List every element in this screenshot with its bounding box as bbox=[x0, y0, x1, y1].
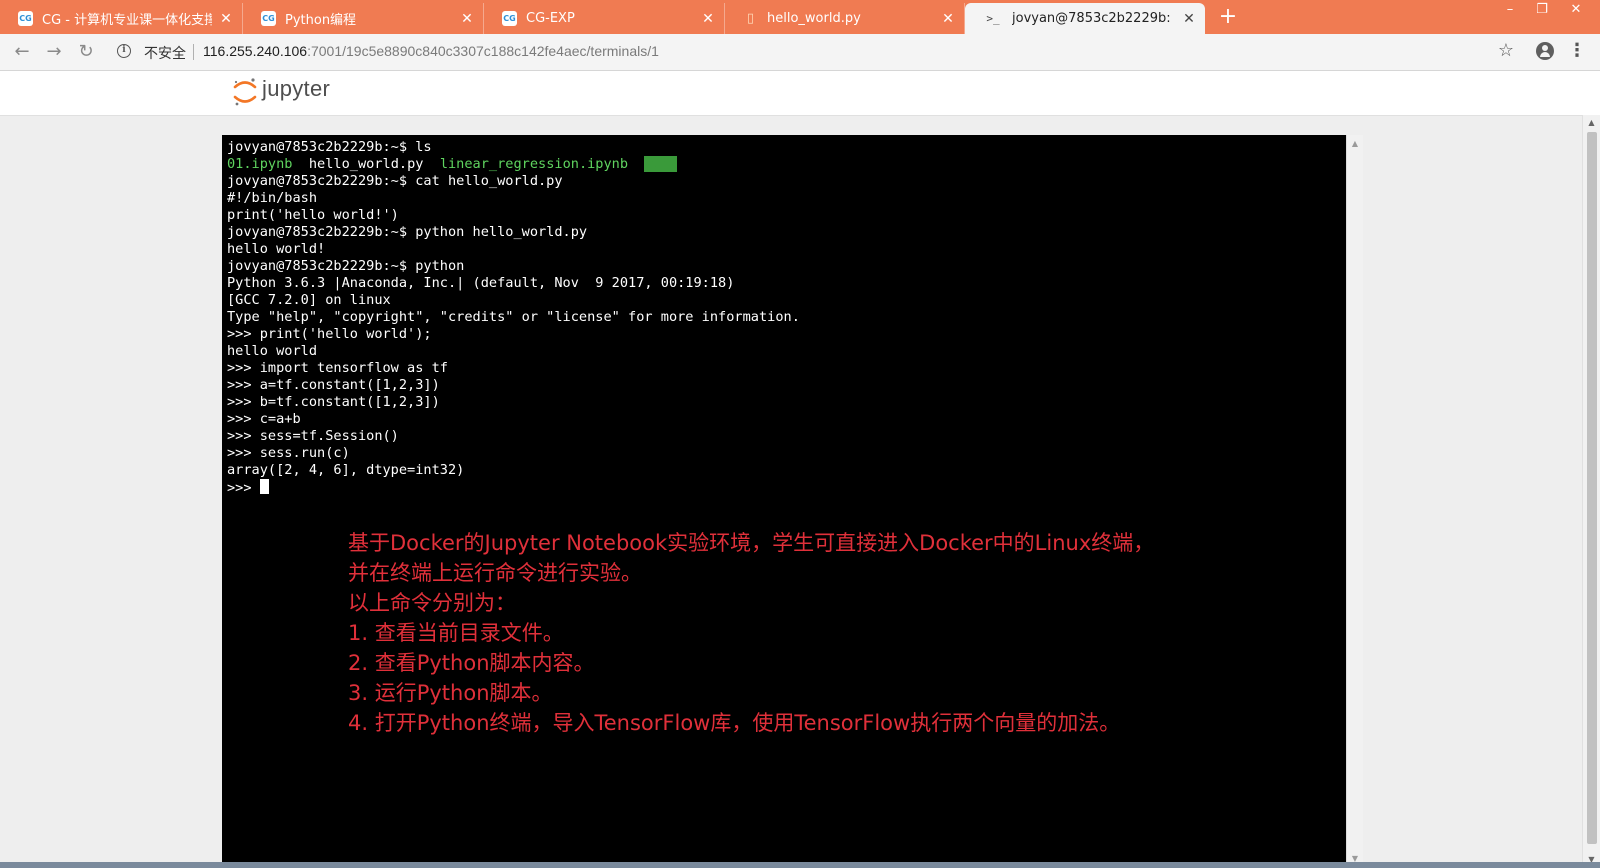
page-scrollbar[interactable]: ▲ ▼ bbox=[1582, 115, 1600, 868]
ls-separator bbox=[423, 156, 439, 172]
terminal-ls-output: 01.ipynb hello_world.py linear_regressio… bbox=[227, 156, 1341, 173]
terminal-line: #!/bin/bash bbox=[227, 190, 318, 206]
terminal-line: hello world! bbox=[227, 241, 326, 257]
jupyter-header: jupyter bbox=[0, 71, 1600, 116]
terminal-line: jovyan@7853c2b2229b:~$ cat hello_world.p… bbox=[227, 173, 563, 189]
forward-arrow-icon[interactable]: → bbox=[42, 40, 66, 64]
window-close-button[interactable]: ✕ bbox=[1556, 0, 1596, 22]
terminal-line: print('hello world!') bbox=[227, 207, 399, 223]
tab-title: CG-EXP bbox=[526, 11, 575, 26]
annotation-line: 1. 查看当前目录文件。 bbox=[348, 621, 564, 645]
terminal-line: >>> a=tf.constant([1,2,3]) bbox=[227, 377, 440, 393]
annotation-line: 以上命令分别为： bbox=[348, 591, 516, 615]
tab-terminal-active[interactable]: >_ jovyan@7853c2b2229b: ~ ✕ bbox=[965, 3, 1205, 34]
account-icon[interactable] bbox=[1536, 42, 1554, 60]
info-icon[interactable]: i bbox=[117, 44, 131, 58]
ls-file-item: hello_world.py bbox=[308, 156, 424, 172]
terminal-line: >>> sess=tf.Session() bbox=[227, 428, 399, 444]
browser-toolbar: ← → ↻ i 不安全 116.255.240.106:7001/19c5e88… bbox=[0, 34, 1600, 71]
scroll-up-arrow-icon[interactable]: ▲ bbox=[1583, 116, 1600, 130]
annotation-line: 4. 打开Python终端，导入TensorFlow库，使用TensorFlow… bbox=[348, 711, 1121, 735]
tab-close-icon[interactable]: ✕ bbox=[1181, 11, 1197, 27]
jupyter-logo-icon[interactable] bbox=[233, 75, 257, 107]
reload-icon[interactable]: ↻ bbox=[74, 40, 98, 64]
annotation-line: 基于Docker的Jupyter Notebook实验环境，学生可直接进入Doc… bbox=[348, 531, 1155, 555]
tab-close-icon[interactable]: ✕ bbox=[218, 11, 234, 27]
url-divider bbox=[193, 44, 194, 60]
ls-separator bbox=[292, 156, 308, 172]
terminal-line: array([2, 4, 6], dtype=int32) bbox=[227, 462, 465, 478]
cg-logo-icon: CG bbox=[502, 11, 517, 26]
cg-logo-icon: CG bbox=[18, 11, 33, 26]
os-taskbar bbox=[0, 862, 1600, 868]
tab-title: CG - 计算机专业课一体化支撑平 bbox=[42, 13, 212, 28]
terminal-line: >>> b=tf.constant([1,2,3]) bbox=[227, 394, 440, 410]
terminal-line: hello world bbox=[227, 343, 318, 359]
annotation-line: 2. 查看Python脚本内容。 bbox=[348, 651, 595, 675]
annotation-line: 3. 运行Python脚本。 bbox=[348, 681, 553, 705]
terminal-line: >>> sess.run(c) bbox=[227, 445, 350, 461]
tab-hello-world-py[interactable]: ▯ hello_world.py ✕ bbox=[725, 3, 965, 34]
ls-directory-item: work bbox=[644, 156, 678, 172]
terminal-line: >>> c=a+b bbox=[227, 411, 301, 427]
tab-python-programming[interactable]: CG Python编程 ✕ bbox=[243, 3, 484, 34]
ls-separator bbox=[628, 156, 644, 172]
bookmark-star-icon[interactable]: ☆ bbox=[1496, 41, 1516, 61]
new-tab-button[interactable]: + bbox=[1215, 4, 1241, 30]
browser-tab-strip: CG CG - 计算机专业课一体化支撑平 ✕ CG Python编程 ✕ CG … bbox=[0, 0, 1600, 34]
ls-file-item: linear_regression.ipynb bbox=[439, 156, 629, 172]
terminal-input-line[interactable]: >>> bbox=[227, 479, 1341, 496]
security-status-label[interactable]: 不安全 bbox=[144, 43, 186, 63]
address-bar-input[interactable]: 116.255.240.106:7001/19c5e8890c840c3307c… bbox=[203, 43, 659, 59]
terminal-icon: >_ bbox=[986, 12, 1000, 25]
terminal-line: Python 3.6.3 |Anaconda, Inc.| (default, … bbox=[227, 275, 735, 291]
tab-title: jovyan@7853c2b2229b: ~ bbox=[1012, 11, 1175, 26]
terminal-line: >>> print('hello world'); bbox=[227, 326, 432, 342]
tab-close-icon[interactable]: ✕ bbox=[700, 11, 716, 27]
tab-cg-exp[interactable]: CG CG-EXP ✕ bbox=[484, 3, 725, 34]
annotation-overlay: 基于Docker的Jupyter Notebook实验环境，学生可直接进入Doc… bbox=[348, 528, 1154, 738]
jupyter-logo-text[interactable]: jupyter bbox=[262, 76, 330, 102]
terminal-window[interactable]: jovyan@7853c2b2229b:~$ ls 01.ipynb hello… bbox=[222, 135, 1346, 868]
terminal-line: [GCC 7.2.0] on linux bbox=[227, 292, 391, 308]
terminal-line: jovyan@7853c2b2229b:~$ python bbox=[227, 258, 465, 274]
terminal-line: Type "help", "copyright", "credits" or "… bbox=[227, 309, 800, 325]
browser-menu-icon[interactable]: ⋮ bbox=[1568, 41, 1586, 61]
python-prompt: >>> bbox=[227, 480, 260, 496]
tab-title: Python编程 bbox=[285, 13, 357, 28]
tab-close-icon[interactable]: ✕ bbox=[940, 11, 956, 27]
tab-title: hello_world.py bbox=[767, 11, 861, 26]
back-arrow-icon[interactable]: ← bbox=[10, 40, 34, 64]
url-path: :7001/19c5e8890c840c3307c188c142fe4aec/t… bbox=[307, 43, 659, 59]
scroll-up-arrow-icon[interactable]: ▲ bbox=[1347, 137, 1363, 151]
tab-close-icon[interactable]: ✕ bbox=[459, 11, 475, 27]
terminal-scrollbar[interactable]: ▲ ▼ bbox=[1346, 135, 1363, 868]
ls-file-item: 01.ipynb bbox=[227, 156, 293, 172]
tab-cg-platform[interactable]: CG CG - 计算机专业课一体化支撑平 ✕ bbox=[0, 3, 243, 34]
cg-logo-icon: CG bbox=[261, 11, 276, 26]
terminal-line: jovyan@7853c2b2229b:~$ python hello_worl… bbox=[227, 224, 588, 240]
terminal-line: jovyan@7853c2b2229b:~$ ls bbox=[227, 139, 432, 155]
scrollbar-thumb[interactable] bbox=[1587, 132, 1597, 844]
document-icon: ▯ bbox=[746, 11, 755, 26]
url-host: 116.255.240.106 bbox=[203, 43, 308, 59]
terminal-line: >>> import tensorflow as tf bbox=[227, 360, 448, 376]
annotation-line: 并在终端上运行命令进行实验。 bbox=[348, 561, 642, 585]
terminal-cursor bbox=[259, 479, 269, 494]
